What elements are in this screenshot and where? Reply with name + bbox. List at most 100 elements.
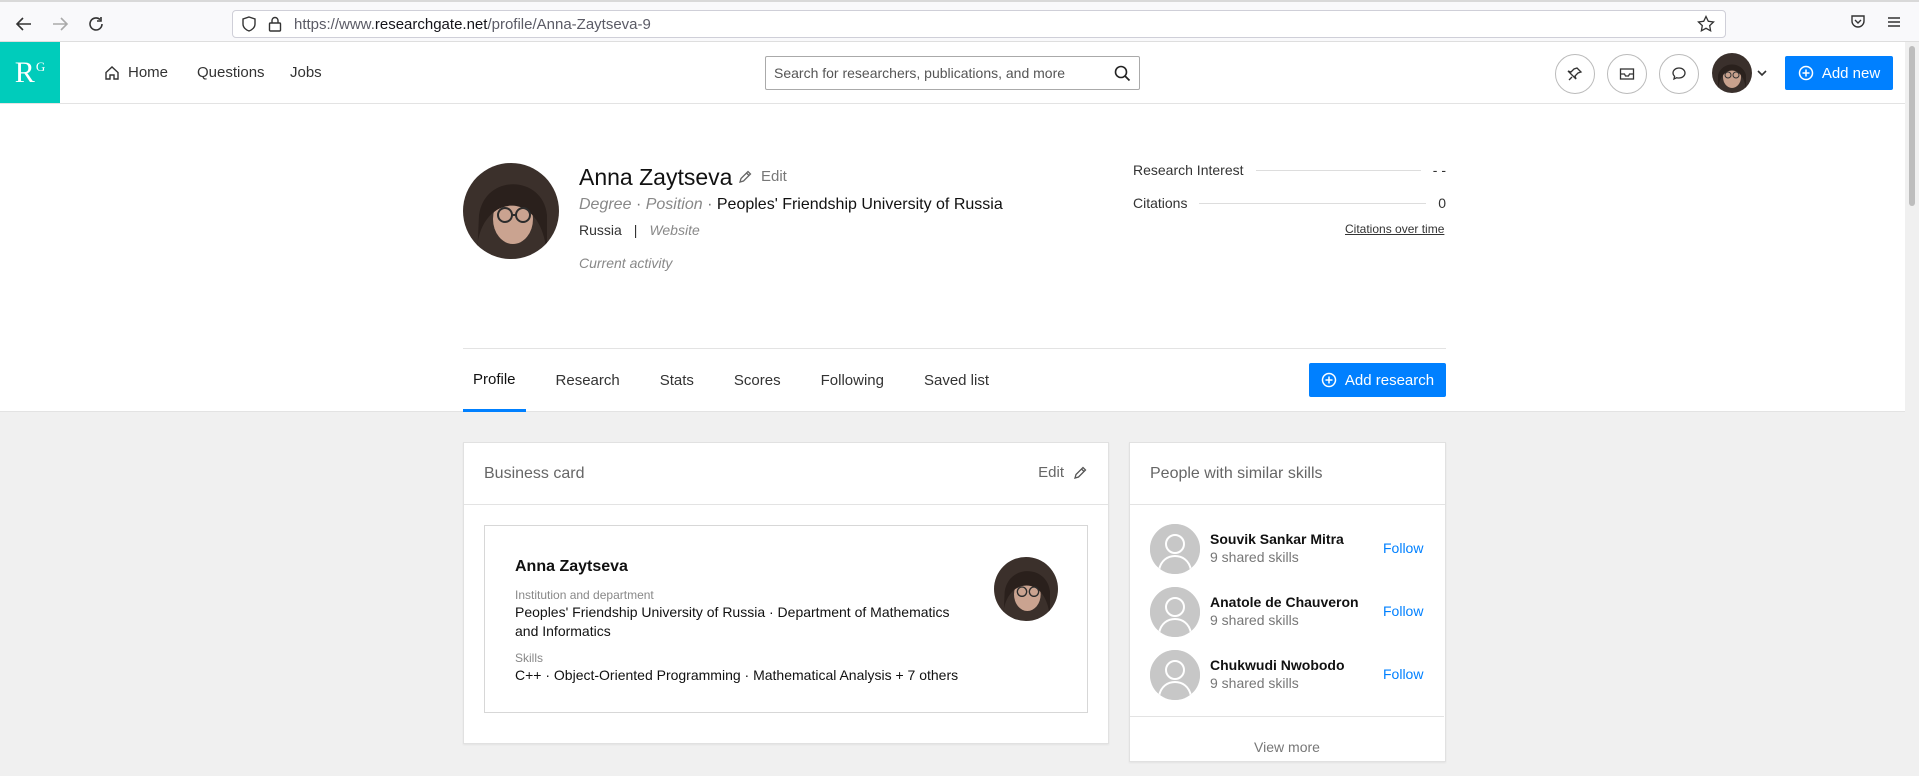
questions-button[interactable] (1659, 54, 1699, 94)
add-new-button[interactable]: Add new (1785, 56, 1893, 90)
messages-button[interactable] (1607, 54, 1647, 94)
skills-label: Skills (515, 651, 544, 665)
tab-profile[interactable]: Profile (463, 349, 526, 412)
add-research-label: Add research (1344, 371, 1435, 389)
research-interest-row: Research Interest - - (1133, 162, 1446, 178)
leader-line (1255, 169, 1421, 171)
business-card-name: Anna Zaytseva (515, 558, 628, 575)
notifications-button[interactable] (1555, 54, 1595, 94)
edit-business-card-button[interactable]: Edit (1038, 464, 1088, 481)
back-icon[interactable] (12, 12, 36, 36)
follow-button[interactable]: Follow (1383, 666, 1423, 682)
citations-value: 0 (1438, 195, 1446, 211)
scrollbar-thumb[interactable] (1909, 46, 1915, 206)
url-text[interactable]: https://www.researchgate.net/profile/Ann… (294, 16, 651, 33)
default-avatar-icon (1150, 524, 1200, 574)
shared-skills: 9 shared skills (1210, 549, 1299, 565)
nav-home[interactable]: Home (104, 42, 168, 103)
citations-label: Citations (1133, 195, 1188, 211)
pencil-icon (1072, 465, 1088, 481)
follow-button[interactable]: Follow (1383, 603, 1423, 619)
hamburger-menu-icon[interactable] (1886, 14, 1902, 35)
profile-location: Russia | Website (579, 222, 700, 238)
address-bar[interactable]: https://www.researchgate.net/profile/Ann… (232, 10, 1726, 38)
researchgate-logo[interactable]: RG (0, 42, 60, 103)
position-placeholder[interactable]: Position (646, 196, 703, 213)
bell-icon (1567, 66, 1583, 82)
forward-icon[interactable] (48, 12, 72, 36)
url-domain: researchgate.net (374, 16, 488, 33)
tab-saved-list[interactable]: Saved list (914, 349, 999, 412)
user-avatar[interactable] (1712, 53, 1752, 93)
nav-jobs-label: Jobs (290, 64, 322, 81)
list-item[interactable]: Anatole de Chauveron 9 shared skills Fol… (1150, 587, 1425, 639)
shared-skills: 9 shared skills (1210, 675, 1299, 691)
search-icon[interactable] (1114, 65, 1131, 87)
envelope-icon (1619, 67, 1635, 81)
site-header: RG Home Questions Jobs Search for resear… (0, 42, 1905, 104)
institution-label: Institution and department (515, 588, 654, 602)
tab-research[interactable]: Research (546, 349, 630, 412)
tab-scores[interactable]: Scores (724, 349, 791, 412)
chevron-down-icon[interactable] (1756, 66, 1768, 84)
add-research-button[interactable]: Add research (1309, 363, 1446, 397)
search-input[interactable] (766, 57, 1096, 89)
similar-skills-card: People with similar skills Souvik Sankar… (1129, 442, 1446, 762)
citations-row: Citations 0 (1133, 195, 1446, 211)
person-name[interactable]: Chukwudi Nwobodo (1210, 657, 1345, 673)
shield-icon[interactable] (241, 16, 257, 37)
url-path: /profile/Anna-Zaytseva-9 (487, 16, 651, 33)
profile-header: Anna Zaytseva Edit Degree · Position · P… (0, 104, 1905, 412)
shared-skills: 9 shared skills (1210, 612, 1299, 628)
add-new-label: Add new (1821, 64, 1881, 82)
search-box (765, 56, 1140, 90)
list-item[interactable]: Chukwudi Nwobodo 9 shared skills Follow (1150, 650, 1425, 702)
business-card-title: Business card (484, 464, 585, 482)
plus-circle-icon (1321, 372, 1337, 388)
view-more-button[interactable]: View more (1130, 716, 1444, 776)
pipe-separator: | (633, 222, 638, 238)
institution-link[interactable]: Peoples' Friendship University of Russia (717, 196, 1003, 213)
scrollbar[interactable] (1905, 42, 1919, 757)
home-icon (104, 65, 120, 81)
speech-bubble-icon (1671, 66, 1687, 82)
tab-following[interactable]: Following (811, 349, 894, 412)
edit-profile-link[interactable]: Edit (737, 168, 787, 185)
person-name[interactable]: Anatole de Chauveron (1210, 594, 1359, 610)
profile-avatar[interactable] (463, 163, 559, 259)
edit-profile-label: Edit (761, 168, 787, 185)
reload-icon[interactable] (84, 12, 108, 36)
business-card-preview: Anna Zaytseva Institution and department… (484, 525, 1088, 713)
nav-jobs[interactable]: Jobs (290, 42, 322, 103)
person-name[interactable]: Souvik Sankar Mitra (1210, 531, 1344, 547)
leader-line (1199, 202, 1427, 204)
business-card-header: Business card Edit (464, 443, 1108, 505)
logo-letter-g: G (35, 58, 46, 74)
default-avatar-icon (1150, 587, 1200, 637)
tab-stats[interactable]: Stats (650, 349, 704, 412)
pencil-icon (737, 169, 753, 185)
profile-name: Anna Zaytseva (579, 164, 733, 190)
browser-toolbar: https://www.researchgate.net/profile/Ann… (0, 0, 1919, 42)
nav-home-label: Home (128, 64, 169, 81)
country-label: Russia (579, 222, 622, 238)
follow-button[interactable]: Follow (1383, 540, 1423, 556)
dot-separator: · (707, 196, 713, 213)
bookmark-star-icon[interactable] (1697, 14, 1715, 38)
skills-value: C++ · Object-Oriented Programming · Math… (515, 667, 959, 683)
lock-icon[interactable] (268, 16, 282, 37)
degree-placeholder[interactable]: Degree (579, 196, 631, 213)
website-placeholder[interactable]: Website (649, 222, 699, 238)
profile-affiliation: Degree · Position · Peoples' Friendship … (579, 196, 1003, 214)
pocket-icon[interactable] (1850, 14, 1866, 35)
default-avatar-icon (1150, 650, 1200, 700)
business-card: Business card Edit Anna Zaytseva Institu… (463, 442, 1109, 744)
dot-separator: · (635, 196, 642, 213)
citations-over-time-link[interactable]: Citations over time (1345, 222, 1444, 236)
list-item[interactable]: Souvik Sankar Mitra 9 shared skills Foll… (1150, 524, 1425, 576)
edit-label: Edit (1038, 464, 1064, 481)
nav-questions[interactable]: Questions (197, 42, 265, 103)
logo-letter-r: R (14, 55, 35, 89)
research-interest-value: - - (1432, 162, 1446, 178)
current-activity-placeholder[interactable]: Current activity (579, 255, 672, 271)
